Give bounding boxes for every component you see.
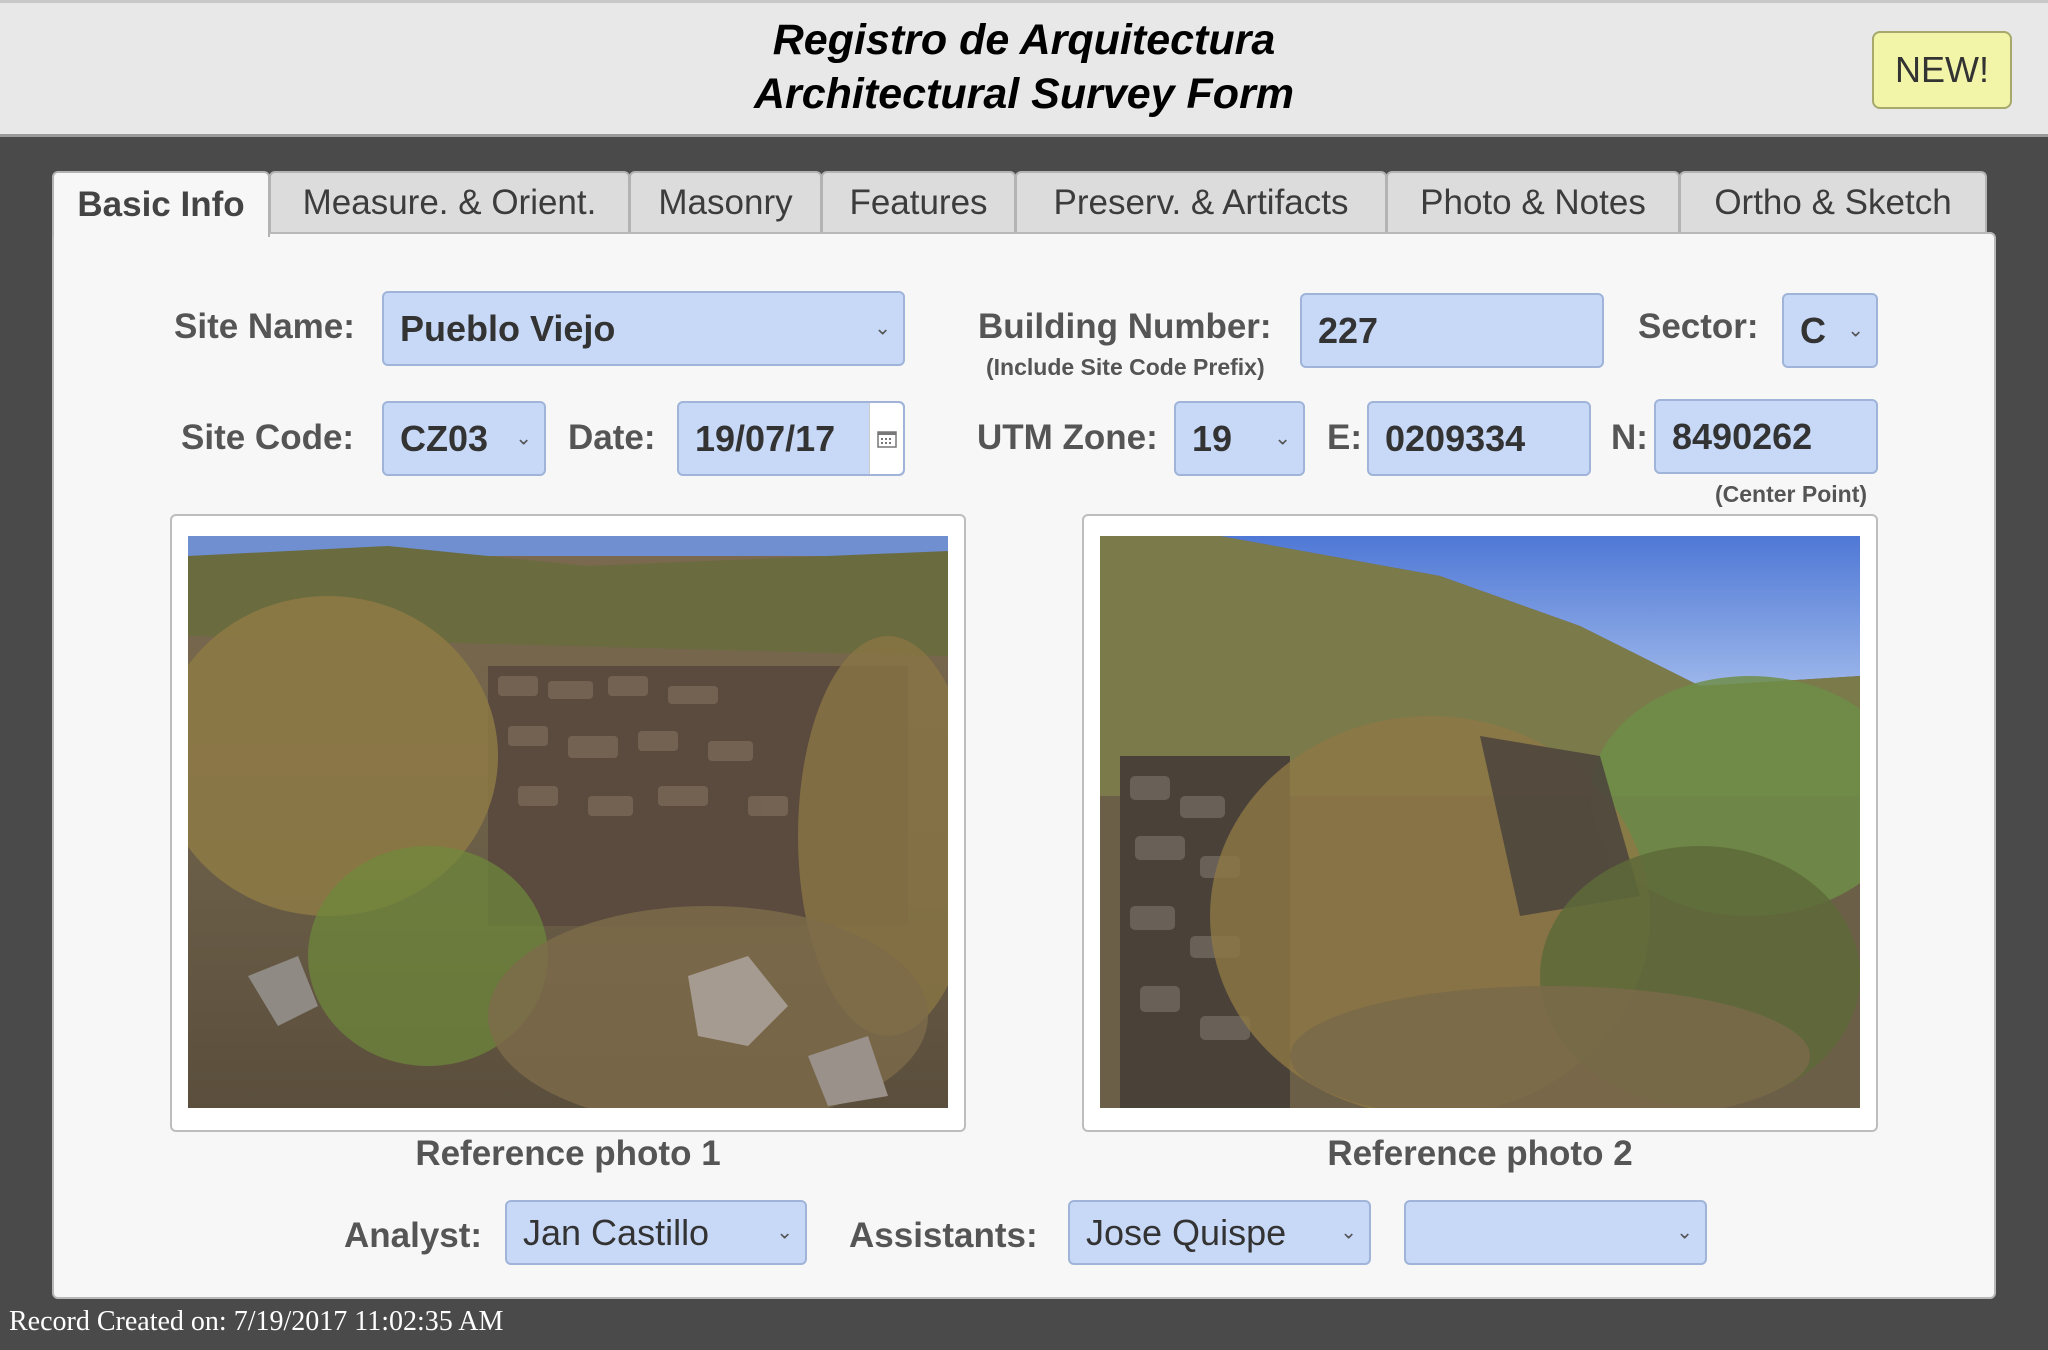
site-name-label: Site Name: bbox=[174, 307, 355, 346]
easting-value: 0209334 bbox=[1385, 417, 1526, 459]
easting-input[interactable]: 0209334 bbox=[1367, 401, 1591, 476]
building-number-label: Building Number: bbox=[978, 307, 1272, 346]
northing-label: N: bbox=[1611, 418, 1648, 457]
chevron-down-icon: ⌄ bbox=[874, 316, 891, 339]
tab-ortho-sketch[interactable]: Ortho & Sketch bbox=[1679, 171, 1987, 233]
chevron-down-icon: ⌄ bbox=[1847, 318, 1864, 341]
tab-photo-notes[interactable]: Photo & Notes bbox=[1386, 171, 1680, 233]
reference-photo-2 bbox=[1100, 536, 1860, 1108]
site-name-value: Pueblo Viejo bbox=[400, 307, 616, 349]
reference-photo-1-caption: Reference photo 1 bbox=[415, 1134, 721, 1173]
tab-preserv-artifacts[interactable]: Preserv. & Artifacts bbox=[1015, 171, 1387, 233]
date-input[interactable]: 19/07/17 bbox=[677, 401, 905, 476]
utm-zone-label: UTM Zone: bbox=[977, 418, 1158, 457]
utm-zone-select[interactable]: 19 ⌄ bbox=[1174, 401, 1305, 476]
form-title: Registro de Arquitectura Architectural S… bbox=[0, 13, 2048, 121]
date-value: 19/07/17 bbox=[695, 417, 836, 459]
assistant-1-value: Jose Quispe bbox=[1086, 1211, 1287, 1253]
chevron-down-icon: ⌄ bbox=[1676, 1220, 1693, 1243]
northing-input[interactable]: 8490262 bbox=[1654, 399, 1878, 474]
chevron-down-icon: ⌄ bbox=[515, 426, 532, 449]
assistants-label: Assistants: bbox=[849, 1216, 1038, 1255]
sector-select[interactable]: C ⌄ bbox=[1782, 293, 1878, 368]
chevron-down-icon: ⌄ bbox=[776, 1220, 793, 1243]
assistant-1-select[interactable]: Jose Quispe ⌄ bbox=[1068, 1200, 1371, 1265]
tab-masonry[interactable]: Masonry bbox=[629, 171, 822, 233]
sector-value: C bbox=[1800, 309, 1826, 351]
building-number-value: 227 bbox=[1318, 309, 1379, 351]
record-created-status: Record Created on: 7/19/2017 11:02:35 AM bbox=[9, 1306, 504, 1337]
assistant-2-select[interactable]: ⌄ bbox=[1404, 1200, 1707, 1265]
analyst-select[interactable]: Jan Castillo ⌄ bbox=[505, 1200, 807, 1265]
utm-zone-value: 19 bbox=[1192, 417, 1233, 459]
reference-photo-2-frame[interactable] bbox=[1082, 514, 1878, 1132]
chevron-down-icon: ⌄ bbox=[1340, 1220, 1357, 1243]
new-record-button[interactable]: NEW! bbox=[1872, 31, 2012, 109]
analyst-value: Jan Castillo bbox=[523, 1211, 710, 1253]
tab-measure-orient[interactable]: Measure. & Orient. bbox=[269, 171, 630, 233]
chevron-down-icon: ⌄ bbox=[1274, 426, 1291, 449]
reference-photo-1 bbox=[188, 536, 948, 1108]
tab-features[interactable]: Features bbox=[821, 171, 1016, 233]
tab-basic-info[interactable]: Basic Info bbox=[52, 171, 270, 237]
building-number-hint: (Include Site Code Prefix) bbox=[986, 354, 1265, 380]
analyst-label: Analyst: bbox=[344, 1216, 483, 1255]
app-header: Registro de Arquitectura Architectural S… bbox=[0, 0, 2048, 137]
site-code-select[interactable]: CZ03 ⌄ bbox=[382, 401, 546, 476]
reference-photo-1-frame[interactable] bbox=[170, 514, 966, 1132]
site-code-label: Site Code: bbox=[181, 418, 355, 457]
site-code-value: CZ03 bbox=[400, 417, 489, 459]
easting-label: E: bbox=[1327, 418, 1362, 457]
date-label: Date: bbox=[568, 418, 656, 457]
title-spanish: Registro de Arquitectura bbox=[772, 16, 1276, 64]
building-number-input[interactable]: 227 bbox=[1300, 293, 1604, 368]
northing-value: 8490262 bbox=[1672, 415, 1813, 457]
title-english: Architectural Survey Form bbox=[753, 70, 1295, 118]
calendar-icon[interactable] bbox=[869, 403, 903, 474]
reference-photo-2-caption: Reference photo 2 bbox=[1327, 1134, 1633, 1173]
site-name-select[interactable]: Pueblo Viejo ⌄ bbox=[382, 291, 905, 366]
center-point-hint: (Center Point) bbox=[1715, 481, 1868, 507]
sector-label: Sector: bbox=[1638, 307, 1759, 346]
